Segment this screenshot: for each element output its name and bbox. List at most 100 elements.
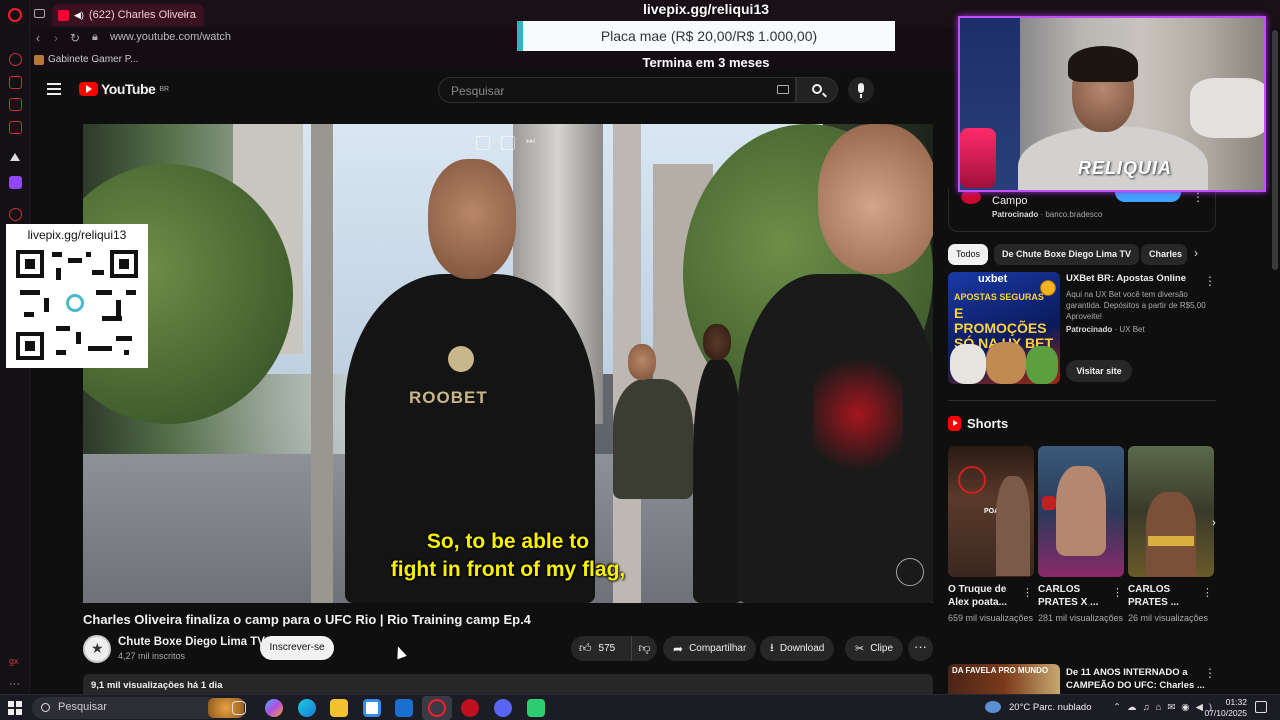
uxbet-ad-image: uxbet APOSTAS SEGURAS E PROMOÇÕES SÓ NA … <box>948 272 1060 384</box>
chip-all[interactable]: Todos <box>948 244 989 265</box>
sponsored-label: Patrocinado <box>1066 325 1113 334</box>
like-dislike-group: 👍︎ 575 👎︎ <box>571 636 657 661</box>
gx-icon[interactable]: gx <box>9 656 22 669</box>
clip-label: Clipe <box>870 643 894 654</box>
edge-icon[interactable] <box>298 699 316 717</box>
weather-text[interactable]: 20°C Parc. nublado <box>1009 702 1092 713</box>
channel-watermark-icon[interactable] <box>896 558 924 586</box>
instagram-icon[interactable] <box>9 121 22 134</box>
tab-menu-icon[interactable] <box>34 9 45 18</box>
url-field[interactable]: www.youtube.com/watch <box>110 31 231 43</box>
short-menu-icon[interactable]: ⋮ <box>1112 586 1123 599</box>
related-menu-icon[interactable]: ⋮ <box>1204 666 1216 680</box>
copilot-icon[interactable] <box>265 699 283 717</box>
lock-icon: 🔒︎ <box>92 31 98 43</box>
qr-module <box>116 300 121 316</box>
ad-card-bradesco[interactable]: Campo Patrocinado · banco.bradesco ⋮ <box>948 188 1216 232</box>
voice-search-button[interactable] <box>848 77 874 103</box>
new-tab-button[interactable]: + <box>181 7 189 22</box>
video-subtitles: So, to be able to fight in front of my f… <box>83 528 933 584</box>
ad-title: UXBet BR: Apostas Online <box>1066 273 1186 284</box>
qr-module <box>116 336 132 341</box>
short-card[interactable]: CARLOS PRATES ... 26 mil visualizações ⋮ <box>1128 446 1214 624</box>
short-card[interactable]: CARLOS PRATES X ... 281 mil visualizaçõe… <box>1038 446 1124 624</box>
mascot-character <box>986 342 1026 384</box>
skip-icon[interactable]: ⏭ <box>526 136 540 150</box>
related-video[interactable]: DA FAVELA PRO MUNDO De 11 ANOS INTERNADO… <box>948 664 1216 694</box>
download-label: Download <box>779 643 825 654</box>
opera-gx-icon[interactable] <box>428 699 446 717</box>
youtube-logo[interactable]: YouTube BR <box>79 81 169 97</box>
task-view-icon[interactable] <box>232 701 246 715</box>
messenger-icon[interactable] <box>9 98 22 111</box>
tiktok-icon[interactable] <box>10 153 20 161</box>
outlook-icon[interactable] <box>395 699 413 717</box>
related-title: De 11 ANOS INTERNADO a CAMPEÃO DO UFC: C… <box>1066 667 1205 691</box>
store-icon[interactable] <box>363 699 381 717</box>
keyboard-icon[interactable] <box>777 85 789 94</box>
speed-dial-icon[interactable] <box>9 53 22 66</box>
aria-icon[interactable] <box>9 76 22 89</box>
qr-module <box>102 316 122 321</box>
streaming-app-icon[interactable] <box>527 699 545 717</box>
region-code: BR <box>159 85 170 93</box>
file-explorer-icon[interactable] <box>330 699 348 717</box>
ad-card-uxbet[interactable]: uxbet APOSTAS SEGURAS E PROMOÇÕES SÓ NA … <box>948 272 1216 384</box>
description-box[interactable]: 9,1 mil visualizações há 1 dia <box>83 674 933 694</box>
short-card[interactable]: POATAN O Truque de Alex poata... 659 mil… <box>948 446 1034 624</box>
reload-icon[interactable]: ↻ <box>70 31 80 45</box>
shorts-next-icon[interactable]: › <box>1206 517 1222 533</box>
video-person-background <box>703 324 731 360</box>
opera-logo-icon[interactable] <box>8 8 22 22</box>
channel-avatar[interactable] <box>83 635 111 663</box>
hamburger-menu-icon[interactable] <box>47 83 61 95</box>
filter-chips: Todos De Chute Boxe Diego Lima TV Charle… <box>948 242 1216 266</box>
taskbar-search[interactable]: Pesquisar <box>32 697 244 719</box>
bookmark-item[interactable]: Gabinete Gamer P... <box>34 54 138 65</box>
share-button[interactable]: ➦ Compartilhar <box>663 636 757 661</box>
player-icon[interactable] <box>9 208 22 221</box>
clock[interactable]: 01:32 07/10/2025 <box>1201 697 1247 719</box>
short-person <box>1146 492 1196 577</box>
webcam-pillow <box>1190 78 1264 138</box>
chip-charles[interactable]: Charles <box>1141 244 1187 265</box>
windows-start-icon[interactable] <box>8 701 22 715</box>
forward-icon[interactable]: › <box>54 31 58 45</box>
qr-module <box>56 326 70 331</box>
dislike-button[interactable]: 👎︎ <box>631 636 657 661</box>
clip-button[interactable]: ✂ Clipe <box>845 636 904 661</box>
ad-menu-icon[interactable]: ⋮ <box>1204 274 1216 288</box>
video-player[interactable]: ROOBET ⏭ So, to be able to fight in fron… <box>83 124 933 603</box>
search-input[interactable]: Pesquisar <box>438 77 796 103</box>
discord-icon[interactable] <box>494 699 512 717</box>
search-button[interactable] <box>796 77 838 103</box>
speaker-icon[interactable]: ◀) <box>74 10 84 21</box>
twitch-icon[interactable] <box>9 176 22 189</box>
visit-site-button[interactable]: Visitar site <box>1066 360 1132 382</box>
cast-icon[interactable] <box>501 136 515 150</box>
short-menu-icon[interactable]: ⋮ <box>1022 586 1033 599</box>
thumbs-up-icon: 👍︎ <box>579 641 592 655</box>
qr-finder <box>16 332 44 360</box>
related-thumb-text: DA FAVELA PRO MUNDO <box>952 666 1049 675</box>
chip-channel[interactable]: De Chute Boxe Diego Lima TV <box>994 244 1140 265</box>
short-title: CARLOS PRATES ... <box>1128 584 1179 608</box>
ad-menu-icon[interactable]: ⋮ <box>1192 190 1204 204</box>
subscriber-count: 4,27 mil inscritos <box>118 651 186 661</box>
more-actions-button[interactable]: ··· <box>908 636 933 661</box>
record-app-icon[interactable] <box>461 699 479 717</box>
chevron-right-icon[interactable]: › <box>1194 246 1198 260</box>
notifications-icon[interactable] <box>1255 701 1267 713</box>
download-button[interactable]: ⭳ Download <box>760 636 835 661</box>
subscribe-button[interactable]: Inscrever-se <box>260 636 334 660</box>
like-button[interactable]: 👍︎ 575 <box>579 636 615 661</box>
scrollbar[interactable] <box>1272 30 1278 270</box>
weather-icon[interactable] <box>985 701 1001 713</box>
short-thumbnail <box>1038 446 1124 577</box>
more-options-icon[interactable]: ··· <box>9 678 22 691</box>
short-menu-icon[interactable]: ⋮ <box>1202 586 1213 599</box>
channel-name[interactable]: Chute Boxe Diego Lima TV <box>118 636 265 648</box>
back-icon[interactable]: ‹ <box>36 31 40 45</box>
miniplayer-icon[interactable] <box>476 136 490 150</box>
qr-module <box>76 332 81 344</box>
